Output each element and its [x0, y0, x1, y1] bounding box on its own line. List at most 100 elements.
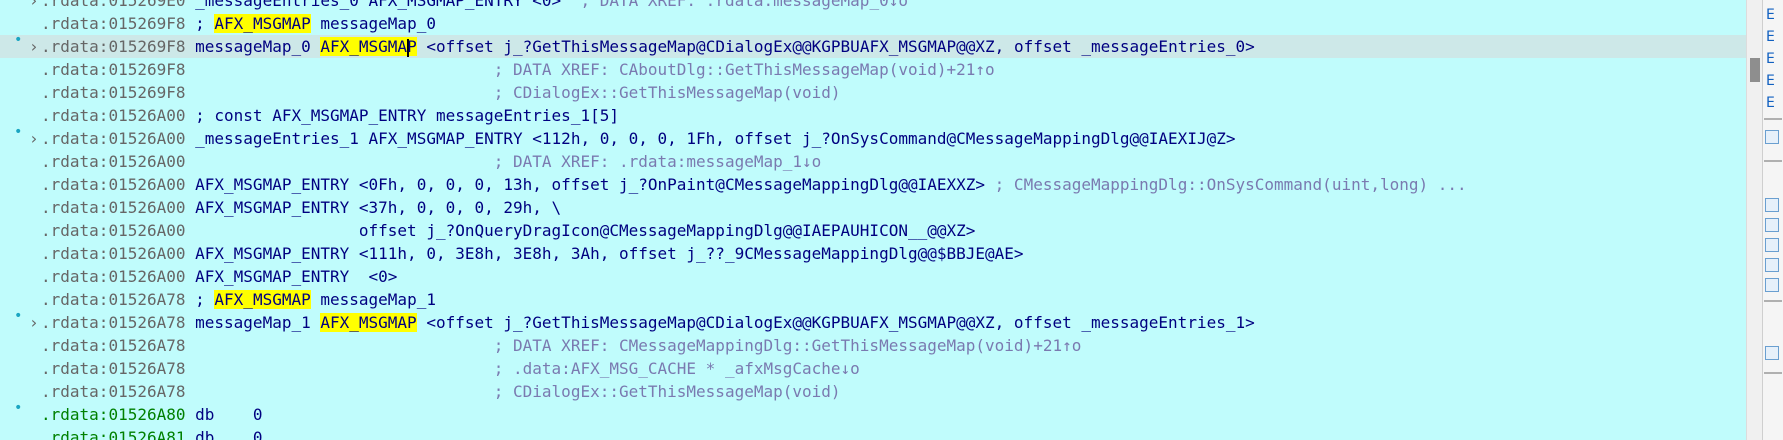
highlight-text: P	[407, 37, 417, 56]
comment-text: ; DATA XREF: CAboutDlg::GetThisMessageMa…	[493, 60, 995, 79]
bullet-icon: •	[14, 400, 23, 416]
listing-line-current[interactable]: • › .rdata:015269F8 messageMap_0 AFX_MSGM…	[0, 32, 1746, 58]
panel-entry[interactable]: E	[1766, 26, 1775, 48]
listing-line[interactable]: .rdata:01526A00 AFX_MSGMAP_ENTRY <0Fh, 0…	[0, 173, 1746, 196]
listing-line[interactable]: .rdata:01526A00 AFX_MSGMAP_ENTRY <111h, …	[0, 242, 1746, 265]
instruction-text: <offset j_?GetThisMessageMap@CDialogEx@@…	[416, 313, 1255, 332]
segment-name: .rdata	[41, 14, 99, 33]
address: 01526A78	[108, 359, 186, 378]
segment-name: .rdata	[41, 267, 99, 286]
panel-entry[interactable]: E	[1766, 70, 1775, 92]
comment-text: ; DATA XREF: .rdata:messageMap_0↓o	[580, 0, 908, 10]
segment-name: .rdata	[41, 405, 99, 424]
listing-line[interactable]: .rdata:01526A00 ; const AFX_MSGMAP_ENTRY…	[0, 104, 1746, 127]
segment-name: .rdata	[41, 382, 99, 401]
comment-text: ; CMessageMappingDlg::OnSysCommand(uint,…	[985, 175, 1467, 194]
comment-text: ; CDialogEx::GetThisMessageMap(void)	[493, 382, 841, 401]
search-highlight: AFX_MSGMAP	[214, 14, 311, 33]
tree-node-icon[interactable]	[1765, 278, 1779, 292]
address: 01526A00	[108, 152, 186, 171]
segment-name: .rdata	[41, 313, 99, 332]
divider	[1764, 118, 1782, 120]
comment-text: ; DATA XREF: CMessageMappingDlg::GetThis…	[493, 336, 1082, 355]
instruction-text: _messageEntries_0 AFX_MSGMAP_ENTRY <0>	[185, 0, 562, 10]
tree-node-icon[interactable]	[1765, 218, 1779, 232]
side-panel: E E E E E	[1762, 0, 1783, 440]
segment-name: .rdata	[41, 0, 99, 10]
tree-node-icon[interactable]	[1765, 238, 1779, 252]
listing-line[interactable]: .rdata:01526A00 AFX_MSGMAP_ENTRY <0>	[0, 265, 1746, 288]
listing-line[interactable]: .rdata:015269F8 ; DATA XREF: CAboutDlg::…	[0, 58, 1746, 81]
panel-icon[interactable]	[1765, 130, 1779, 144]
listing-line[interactable]: .rdata:01526A00 offset j_?OnQueryDragIco…	[0, 219, 1746, 242]
address: 01526A81	[108, 428, 186, 440]
instruction-text: ;	[185, 14, 215, 33]
tree-node-icon[interactable]	[1765, 258, 1779, 272]
panel-entry[interactable]: E	[1766, 48, 1775, 70]
address: 01526A78	[108, 313, 186, 332]
address: 015269E0	[108, 0, 186, 10]
listing-line[interactable]: • › .rdata:01526A78 messageMap_1 AFX_MSGM…	[0, 308, 1746, 334]
address: 01526A00	[108, 106, 186, 125]
chevron-right-icon: ›	[29, 129, 39, 148]
segment-name: .rdata	[41, 129, 99, 148]
comment-text: ; CDialogEx::GetThisMessageMap(void)	[493, 83, 841, 102]
listing-line[interactable]: .rdata:01526A81 db 0	[0, 426, 1746, 440]
segment-name: .rdata	[41, 37, 99, 56]
listing-line[interactable]: .rdata:01526A78 ; AFX_MSGMAP messageMap_…	[0, 288, 1746, 311]
address: 01526A78	[108, 336, 186, 355]
address: 01526A00	[108, 198, 186, 217]
vertical-scrollbar[interactable]	[1746, 0, 1763, 440]
listing-line[interactable]: • .rdata:01526A80 db 0	[0, 400, 1746, 426]
comment-text: ; .data:AFX_MSG_CACHE * _afxMsgCache↓o	[493, 359, 860, 378]
listing-line[interactable]: .rdata:015269F8 ; CDialogEx::GetThisMess…	[0, 81, 1746, 104]
segment-name: .rdata	[41, 428, 99, 440]
instruction-text: offset j_?OnQueryDragIcon@CMessageMappin…	[185, 221, 976, 240]
address: 01526A78	[108, 290, 186, 309]
disassembly-listing[interactable]: › .rdata:015269E0 _messageEntries_0 AFX_…	[0, 0, 1746, 440]
chevron-right-icon: ›	[29, 37, 39, 56]
segment-name: .rdata	[41, 83, 99, 102]
chevron-right-icon: ›	[29, 0, 39, 10]
segment-name: .rdata	[41, 198, 99, 217]
instruction-text: ;	[185, 290, 215, 309]
instruction-text: messageMap_1	[185, 313, 321, 332]
address: 015269F8	[108, 60, 186, 79]
scrollbar-thumb[interactable]	[1750, 58, 1760, 82]
segment-name: .rdata	[41, 106, 99, 125]
search-highlight: AFX_MSGMAP	[320, 313, 417, 332]
divider	[1764, 300, 1782, 302]
listing-line[interactable]: .rdata:01526A78 ; CDialogEx::GetThisMess…	[0, 380, 1746, 403]
segment-name: .rdata	[41, 60, 99, 79]
bullet-icon: •	[14, 32, 23, 48]
search-highlight: AFX_MSGMAP	[214, 290, 311, 309]
instruction-text: messageMap_0	[310, 14, 436, 33]
panel-icon[interactable]	[1765, 346, 1779, 360]
address: 01526A80	[108, 405, 186, 424]
bullet-icon: •	[14, 308, 23, 324]
listing-line[interactable]: .rdata:01526A78 ; DATA XREF: CMessageMap…	[0, 334, 1746, 357]
panel-entry[interactable]: E	[1766, 92, 1775, 114]
panel-entry[interactable]: E	[1766, 4, 1775, 26]
address: 01526A00	[108, 129, 186, 148]
comment-text: ; DATA XREF: .rdata:messageMap_1↓o	[493, 152, 822, 171]
listing-line[interactable]: › .rdata:015269E0 _messageEntries_0 AFX_…	[0, 0, 1746, 12]
search-highlight: AFX_MSGMAP	[320, 37, 417, 57]
address: 01526A00	[108, 221, 186, 240]
instruction-text: db 0	[185, 428, 263, 440]
listing-line[interactable]: .rdata:01526A00 ; DATA XREF: .rdata:mess…	[0, 150, 1746, 173]
instruction-text: _messageEntries_1 AFX_MSGMAP_ENTRY <112h…	[185, 129, 1236, 148]
listing-line[interactable]: .rdata:015269F8 ; AFX_MSGMAP messageMap_…	[0, 12, 1746, 35]
address: 01526A78	[108, 382, 186, 401]
address: 015269F8	[108, 14, 186, 33]
listing-line[interactable]: .rdata:01526A00 AFX_MSGMAP_ENTRY <37h, 0…	[0, 196, 1746, 219]
divider	[1764, 160, 1782, 162]
instruction-text: ; const AFX_MSGMAP_ENTRY messageEntries_…	[185, 106, 619, 125]
instruction-text: db 0	[185, 405, 263, 424]
divider	[1764, 372, 1782, 374]
listing-line[interactable]: .rdata:01526A78 ; .data:AFX_MSG_CACHE * …	[0, 357, 1746, 380]
tree-node-icon[interactable]	[1765, 198, 1779, 212]
segment-name: .rdata	[41, 244, 99, 263]
address: 015269F8	[108, 37, 186, 56]
listing-line[interactable]: • › .rdata:01526A00 _messageEntries_1 AFX…	[0, 124, 1746, 150]
